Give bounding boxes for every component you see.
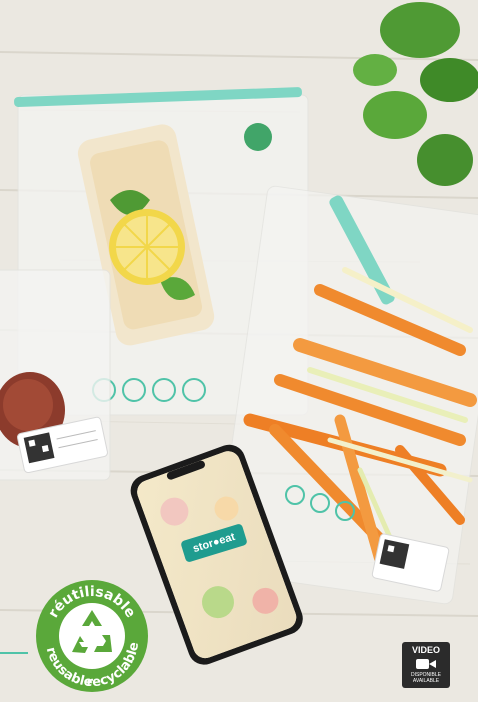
- product-photo: réutilisable reusable recyclable stor●ea…: [0, 0, 478, 702]
- video-badge-title: VIDEO: [411, 645, 440, 655]
- meat-bag: [0, 269, 111, 481]
- video-badge-line2: AVAILABLE: [412, 678, 440, 684]
- scene: réutilisable reusable recyclable: [0, 0, 478, 702]
- video-available-badge[interactable]: VIDEO DISPONIBLE AVAILABLE: [402, 642, 450, 688]
- reusable-recyclable-badge: réutilisable reusable recyclable: [36, 580, 148, 692]
- video-camera-icon: [416, 658, 436, 670]
